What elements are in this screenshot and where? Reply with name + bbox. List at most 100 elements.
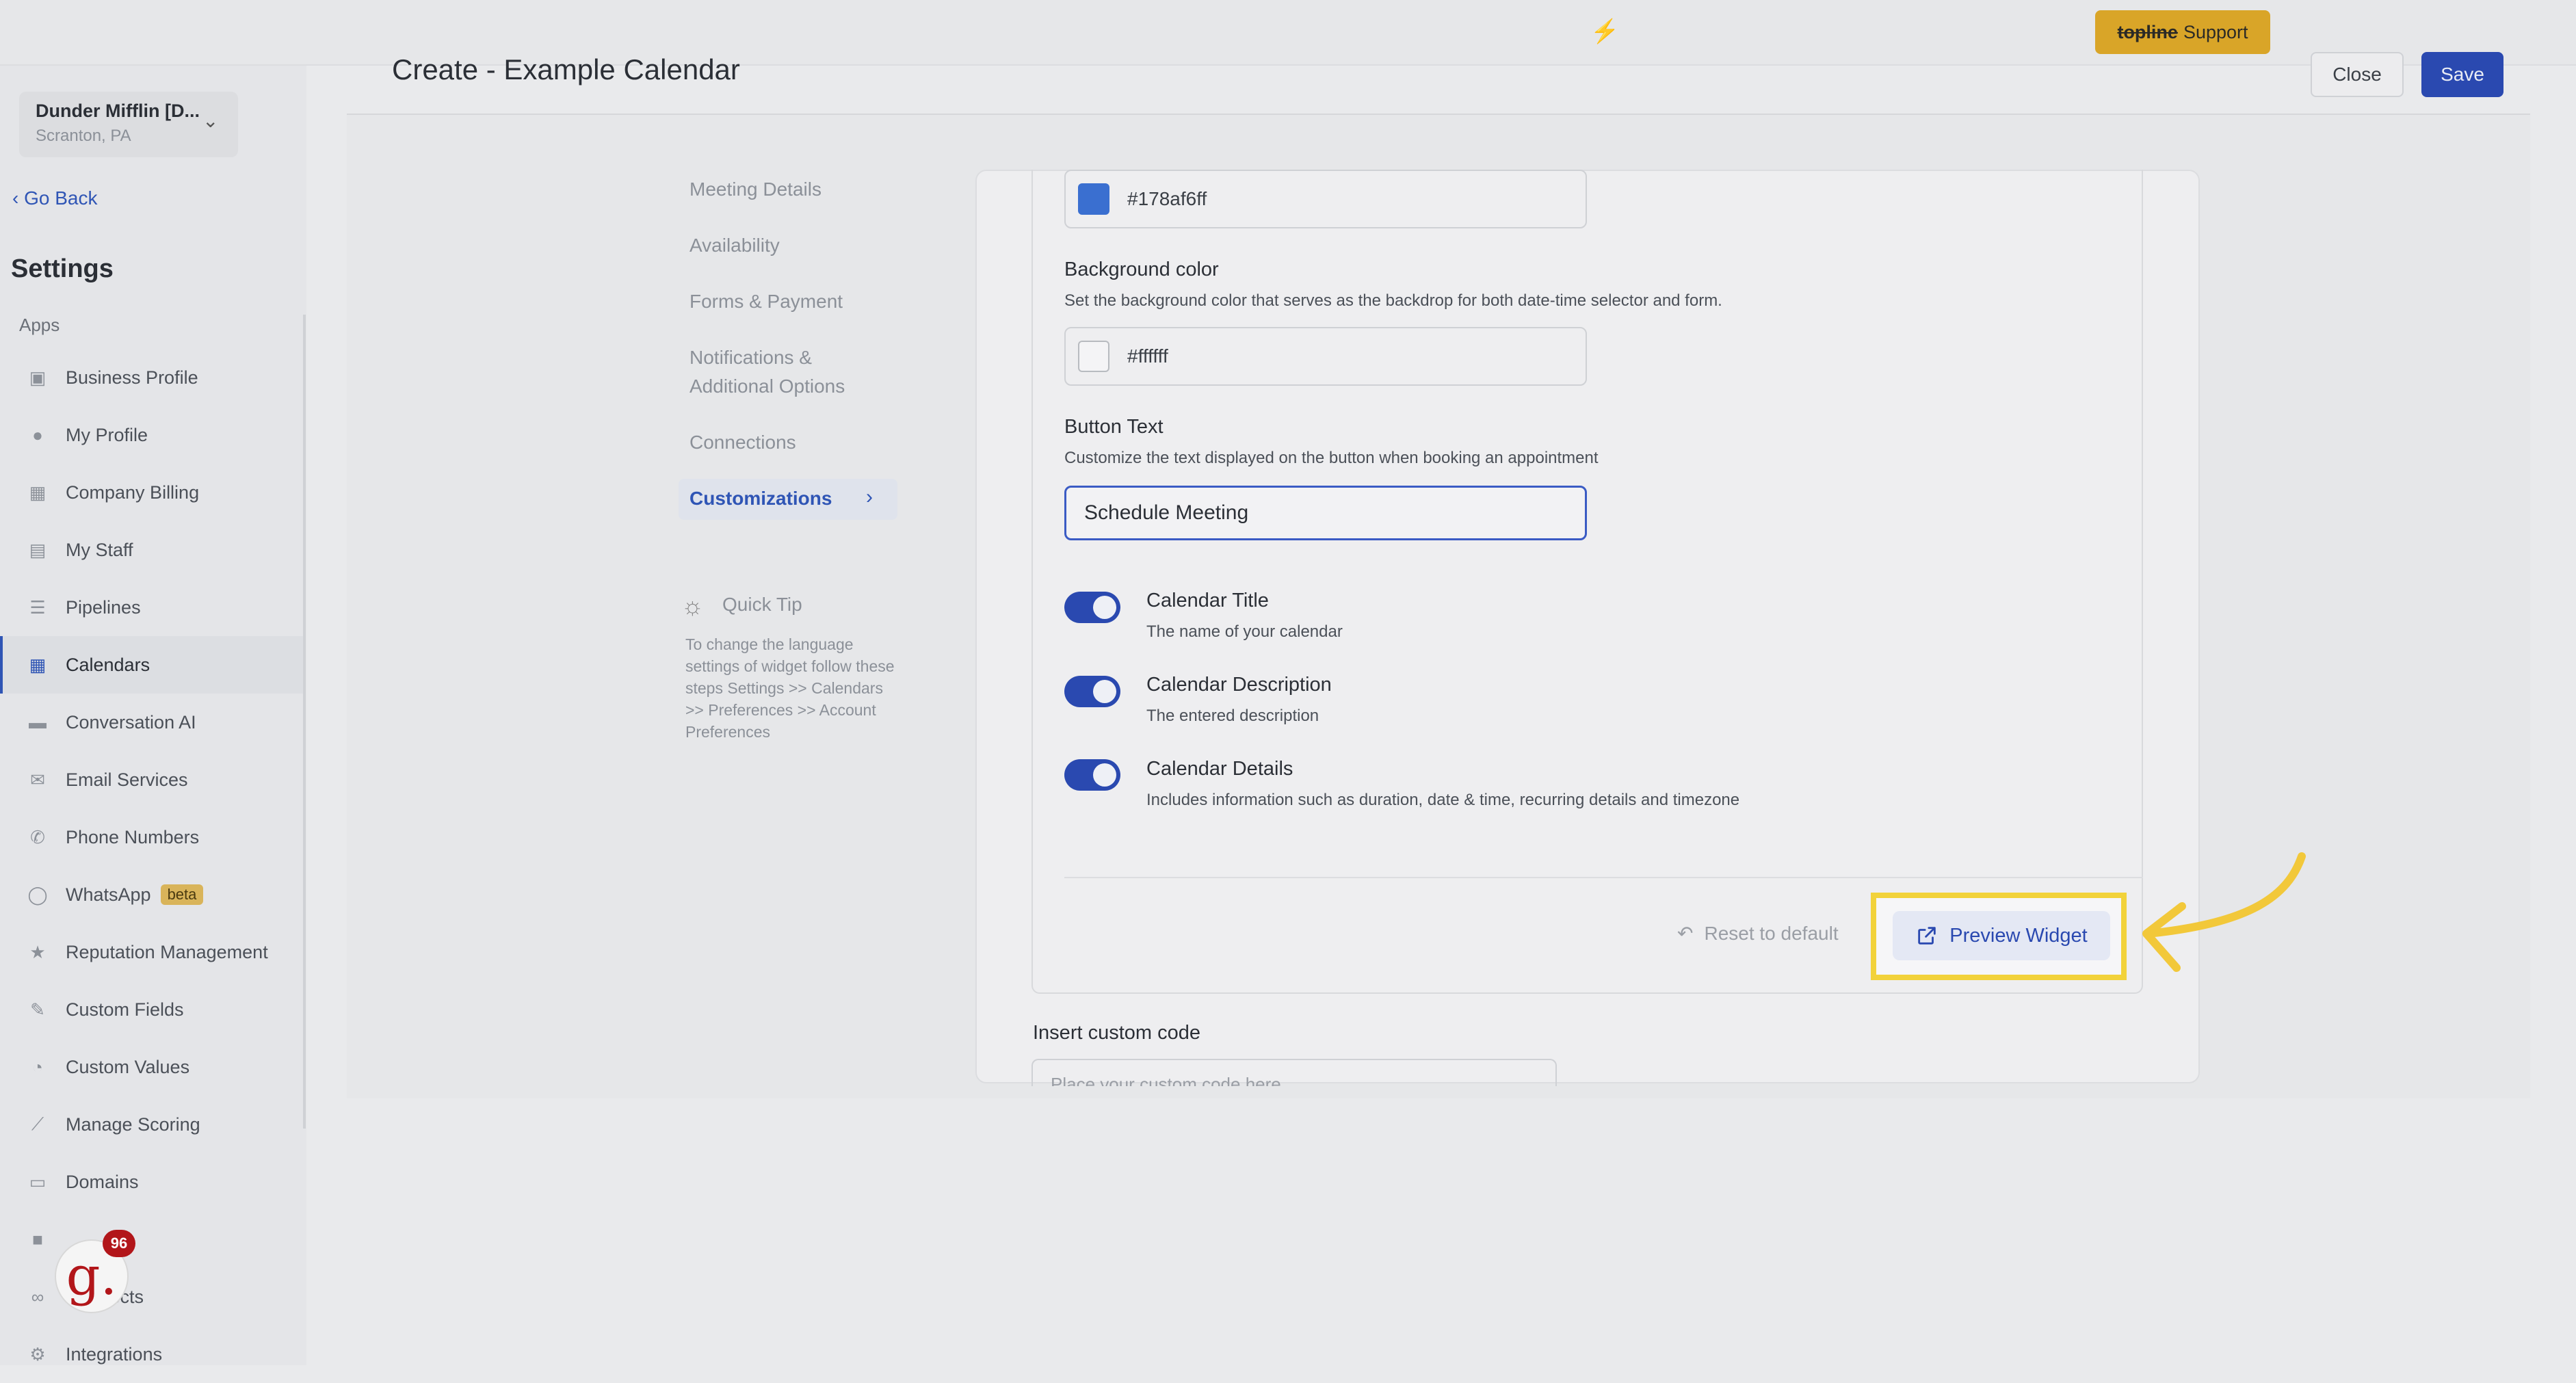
sidebar-item-label: Custom Values <box>66 1056 190 1077</box>
sidebar-item-custom-fields[interactable]: ✎ Custom Fields <box>0 981 303 1038</box>
calendar-details-toggle[interactable] <box>1064 759 1120 791</box>
custom-code-input[interactable]: Place your custom code here <box>1031 1059 1557 1086</box>
sidebar-item-label: Conversation AI <box>66 711 196 733</box>
sidebar-item-integrations[interactable]: ⚙ Integrations <box>0 1326 303 1383</box>
star-icon: ★ <box>29 941 46 962</box>
tab-customizations[interactable]: Customizations <box>689 484 832 513</box>
sidebar-item-label: Company Billing <box>66 482 200 503</box>
sidebar-item-label: Phone Numbers <box>66 826 200 847</box>
sidebar-item-label: Reputation Management <box>66 941 268 962</box>
button-text-input[interactable]: Schedule Meeting <box>1064 486 1587 540</box>
custom-code-label: Insert custom code <box>1033 1022 1200 1044</box>
preview-widget-button[interactable]: Preview Widget <box>1893 911 2110 960</box>
sidebar-item-label: Custom Fields <box>66 999 184 1020</box>
pie-icon: ◔ <box>32 1056 43 1077</box>
chevron-left-icon: ‹ <box>12 187 25 209</box>
page-title: Create - Example Calendar <box>392 53 740 85</box>
background-color-swatch[interactable] <box>1078 341 1109 372</box>
go-back-link[interactable]: ‹ Go Back <box>12 187 98 209</box>
background-color-label: Background color <box>1064 259 1219 280</box>
sidebar-item-manage-scoring[interactable]: ⟋ Manage Scoring <box>0 1096 303 1153</box>
lightning-icon[interactable]: ⚡ <box>1590 18 1619 45</box>
chart-icon: ⟋ <box>31 1114 44 1134</box>
video-icon: ■ <box>32 1228 43 1250</box>
filter-icon: ☰ <box>29 596 46 618</box>
beta-badge: beta <box>160 884 204 905</box>
pointer-arrow-icon <box>2142 852 2306 972</box>
sidebar-item-whatsapp[interactable]: ◯ WhatsApp beta <box>0 866 303 923</box>
tab-forms-payment[interactable]: Forms & Payment <box>689 287 843 316</box>
support-brand: topline <box>2117 21 2178 42</box>
sidebar-item-my-profile[interactable]: ● My Profile <box>0 406 303 464</box>
reset-to-default-button[interactable]: ↶ Reset to default <box>1677 922 1839 945</box>
sidebar-item-media[interactable]: ■ <box>0 1211 303 1268</box>
background-color-value: #ffffff <box>1127 345 1168 367</box>
button-text-label: Button Text <box>1064 416 1164 438</box>
calendar-details-label: Calendar Details <box>1146 758 1293 780</box>
sidebar-item-label: Pipelines <box>66 596 141 618</box>
link-icon: ∞ <box>31 1286 44 1307</box>
sidebar-item-label: Calendars <box>66 654 150 675</box>
sidebar-item-label: Email Services <box>66 769 188 790</box>
support-label: Support <box>2183 21 2248 42</box>
briefcase-icon: ▣ <box>29 367 47 388</box>
edit-icon: ✎ <box>30 999 45 1020</box>
apps-label: Apps <box>19 315 60 335</box>
location-name: Dunder Mifflin [D... <box>36 101 200 121</box>
external-link-icon <box>1918 927 1936 945</box>
reset-label: Reset to default <box>1704 922 1839 944</box>
undo-icon: ↶ <box>1677 923 1694 944</box>
sidebar-item-label: My Profile <box>66 424 148 445</box>
sidebar-scrollbar[interactable] <box>303 315 306 1129</box>
sidebar-item-company-billing[interactable]: ▦ Company Billing <box>0 464 303 521</box>
notification-count-badge: 96 <box>103 1230 135 1257</box>
user-icon: ● <box>32 424 43 445</box>
grid-icon: ▦ <box>29 482 47 503</box>
sidebar-item-redirects[interactable]: ∞Redirects <box>0 1268 303 1326</box>
sidebar-item-conversation-ai[interactable]: ▬ Conversation AI <box>0 694 303 751</box>
sidebar-item-business-profile[interactable]: ▣ Business Profile <box>0 349 303 406</box>
domain-icon: ▭ <box>29 1171 47 1192</box>
tab-meeting-details[interactable]: Meeting Details <box>689 175 822 204</box>
tab-connections[interactable]: Connections <box>689 428 796 457</box>
sidebar-item-label: Integrations <box>66 1343 163 1365</box>
chevron-down-icon: ⌄ <box>202 110 219 131</box>
chat-icon: ▬ <box>29 711 47 733</box>
primary-color-input[interactable]: #178af6ff <box>1064 170 1587 228</box>
primary-color-swatch[interactable] <box>1078 183 1109 215</box>
sidebar-item-domains[interactable]: ▭ Domains <box>0 1153 303 1211</box>
integrations-icon: ⚙ <box>29 1343 46 1365</box>
calendar-details-description: Includes information such as duration, d… <box>1146 791 1740 809</box>
calendar-icon: ▦ <box>29 654 47 675</box>
sidebar-item-calendars[interactable]: ▦ Calendars <box>0 636 303 694</box>
background-color-input[interactable]: #ffffff <box>1064 327 1587 386</box>
quick-tip-text: To change the language settings of widge… <box>685 635 895 741</box>
quick-tip-title: Quick Tip <box>722 594 802 615</box>
sidebar-item-my-staff[interactable]: ▤ My Staff <box>0 521 303 579</box>
sidebar-item-label: My Staff <box>66 539 133 560</box>
sidebar-item-label: WhatsApp <box>66 884 151 905</box>
save-button[interactable]: Save <box>2421 52 2503 97</box>
preview-widget-label: Preview Widget <box>1949 924 2088 947</box>
sidebar-item-pipelines[interactable]: ☰ Pipelines <box>0 579 303 636</box>
calendar-title-toggle[interactable] <box>1064 592 1120 623</box>
sidebar-item-label: Manage Scoring <box>66 1114 200 1135</box>
sidebar-item-custom-values[interactable]: ◔ Custom Values <box>0 1038 303 1096</box>
location-city: Scranton, PA <box>36 127 131 145</box>
button-text-description: Customize the text displayed on the butt… <box>1064 449 1599 467</box>
support-button[interactable]: topline Support <box>2095 10 2270 54</box>
calendar-description-toggle[interactable] <box>1064 676 1120 707</box>
tab-notifications[interactable]: Notifications & Additional Options <box>689 343 895 401</box>
phone-icon: ✆ <box>30 826 45 847</box>
chevron-right-icon: › <box>866 486 873 508</box>
primary-color-value: #178af6ff <box>1127 188 1207 209</box>
calendar-title-label: Calendar Title <box>1146 590 1269 611</box>
sidebar-item-email-services[interactable]: ✉ Email Services <box>0 751 303 808</box>
tab-availability[interactable]: Availability <box>689 231 780 260</box>
sidebar-item-phone-numbers[interactable]: ✆ Phone Numbers <box>0 808 303 866</box>
close-button[interactable]: Close <box>2311 52 2404 97</box>
sidebar-item-label: Business Profile <box>66 367 198 388</box>
lightbulb-icon: ☼ <box>681 592 704 620</box>
staff-icon: ▤ <box>29 539 47 560</box>
sidebar-item-reputation-management[interactable]: ★ Reputation Management <box>0 923 303 981</box>
